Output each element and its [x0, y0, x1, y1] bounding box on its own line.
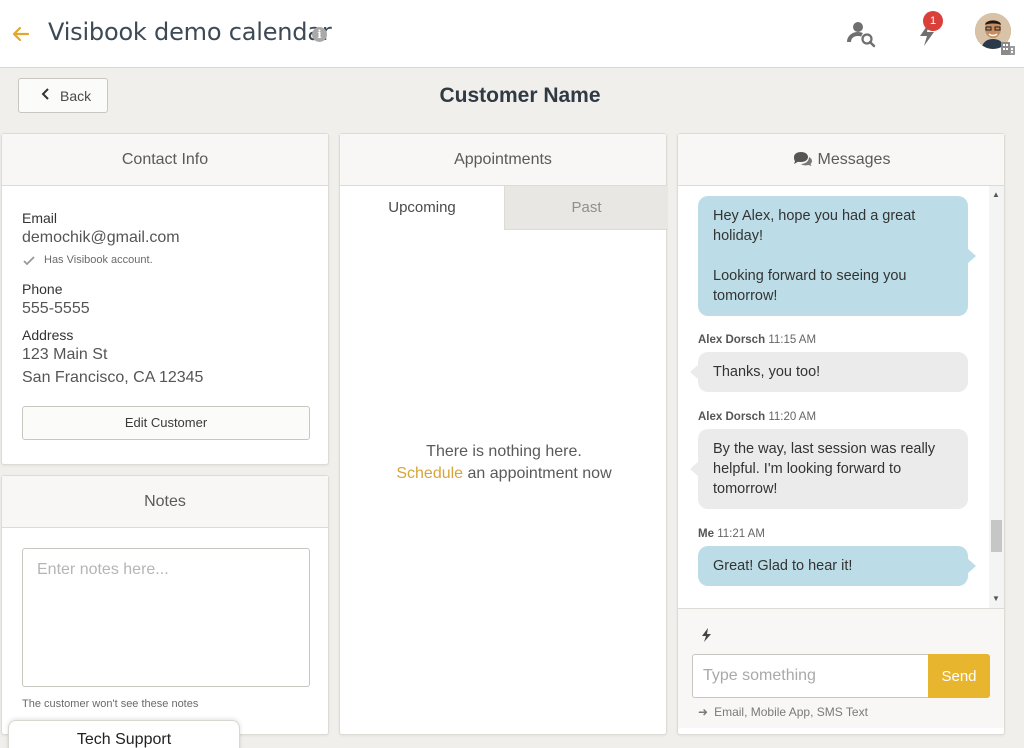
check-icon: [23, 253, 35, 271]
scroll-thumb[interactable]: [991, 520, 1002, 552]
message-time: 11:15 AM: [768, 334, 817, 346]
email-value[interactable]: demochik@gmail.com: [22, 229, 180, 247]
notes-footnote: The customer won't see these notes: [22, 698, 199, 710]
email-value-text: demochik@gmail.com: [22, 229, 180, 246]
message-text: Thanks, you too!: [713, 364, 821, 380]
visibook-account-note: Has Visibook account.: [44, 254, 153, 266]
message-list[interactable]: Hey Alex, hope you had a great holiday! …: [678, 186, 1004, 608]
notes-panel: Notes The customer won't see these notes: [1, 475, 329, 735]
schedule-prompt-rest: an appointment now: [463, 465, 612, 482]
phone-value[interactable]: 555-5555: [22, 300, 90, 318]
tech-support-button[interactable]: Tech Support: [8, 720, 240, 748]
notification-badge[interactable]: 1: [923, 11, 943, 31]
notes-input[interactable]: [22, 548, 310, 687]
message-sender: Alex Dorsch: [698, 334, 766, 346]
message-composer: Send ➜ Email, Mobile App, SMS Text: [678, 608, 1004, 728]
message-text: Hey Alex, hope you had a great holiday!: [713, 208, 916, 244]
message-text: By the way, last session was really help…: [713, 441, 936, 497]
top-bar: Visibook demo calendar i 1: [0, 0, 1024, 68]
schedule-link[interactable]: Schedule: [396, 465, 463, 482]
address-line1: 123 Main St: [22, 346, 108, 363]
contact-info-header: Contact Info: [2, 134, 328, 186]
message-bubble-me: Hey Alex, hope you had a great holiday! …: [698, 196, 976, 316]
channels-note: ➜ Email, Mobile App, SMS Text: [698, 705, 868, 719]
messages-header-label: Messages: [817, 151, 891, 168]
message-bubble-them: Thanks, you too!: [690, 352, 968, 392]
messages-header: Messages: [678, 134, 1004, 186]
message-meta: Me 11:21 AM: [698, 528, 765, 540]
arrow-right-icon: ➜: [698, 705, 709, 719]
message-text: Looking forward to seeing you tomorrow!: [713, 268, 907, 304]
address-line2: San Francisco, CA 12345: [22, 369, 204, 386]
messages-panel: Messages Hey Alex, hope you had a great …: [677, 133, 1005, 735]
scroll-up-icon[interactable]: ▲: [992, 190, 1000, 199]
message-bubble-them: By the way, last session was really help…: [690, 429, 968, 509]
chat-bubbles-icon: [792, 137, 812, 189]
back-arrow-icon[interactable]: [10, 23, 32, 45]
empty-state-text: There is nothing here.: [426, 443, 582, 460]
app-title: Visibook demo calendar: [48, 18, 332, 46]
user-search-icon[interactable]: [846, 18, 878, 50]
address-label: Address: [22, 327, 74, 343]
info-icon[interactable]: i: [312, 27, 327, 42]
tab-past[interactable]: Past: [504, 186, 668, 230]
message-bubble-me: Great! Glad to hear it!: [698, 546, 976, 586]
message-meta: Alex Dorsch 11:15 AM: [698, 334, 816, 346]
appointments-panel: Appointments Upcoming Past There is noth…: [339, 133, 668, 735]
message-scrollbar[interactable]: ▲ ▼: [989, 186, 1004, 608]
message-sender: Alex Dorsch: [698, 411, 766, 423]
message-input[interactable]: [692, 654, 928, 698]
email-label: Email: [22, 210, 58, 226]
page-title: Customer Name: [439, 84, 601, 107]
schedule-prompt: Schedule an appointment now: [340, 465, 668, 483]
message-text: Great! Glad to hear it!: [713, 558, 853, 574]
notes-header: Notes: [2, 476, 328, 528]
building-icon: [1000, 39, 1016, 55]
contact-info-panel: Contact Info Email demochik@gmail.com Ha…: [1, 133, 329, 465]
tech-support-label: Tech Support: [76, 731, 172, 748]
message-sender: Me: [698, 528, 714, 540]
scroll-down-icon[interactable]: ▼: [992, 594, 1000, 603]
phone-label: Phone: [22, 281, 63, 297]
lightning-icon[interactable]: [700, 627, 714, 648]
channels-text: Email, Mobile App, SMS Text: [714, 705, 868, 719]
message-meta: Alex Dorsch 11:20 AM: [698, 411, 816, 423]
message-time: 11:21 AM: [717, 528, 765, 540]
message-time: 11:20 AM: [768, 411, 817, 423]
appointments-header: Appointments: [340, 134, 666, 186]
send-button[interactable]: Send: [928, 654, 990, 698]
tab-upcoming[interactable]: Upcoming: [340, 186, 504, 230]
edit-customer-button[interactable]: Edit Customer: [22, 406, 310, 440]
